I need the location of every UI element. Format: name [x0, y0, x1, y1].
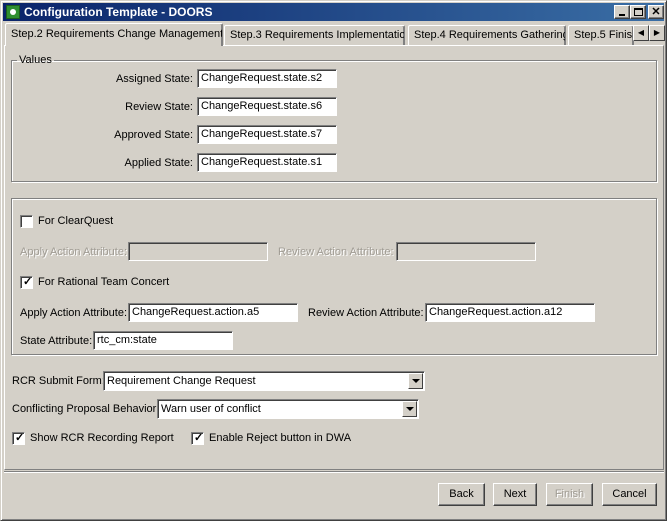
cq-review-action-input[interactable]: [396, 242, 536, 261]
close-button[interactable]: ✕: [648, 5, 664, 19]
rtc-state-attribute-input[interactable]: rtc_cm:state: [93, 331, 233, 350]
minimize-button[interactable]: [614, 5, 630, 19]
review-state-label: Review State:: [125, 101, 193, 113]
applied-state-label: Applied State:: [124, 157, 194, 169]
clearquest-checkbox-label: For ClearQuest: [38, 215, 114, 227]
tab-step5-finish[interactable]: Step.5 Finish: [568, 25, 634, 45]
applied-state-input[interactable]: ChangeRequest.state.s1: [197, 153, 337, 172]
minimize-icon: [619, 14, 625, 16]
show-report-checkbox[interactable]: ✓: [12, 432, 25, 445]
title-bar[interactable]: Configuration Template - DOORS ✕: [3, 3, 664, 21]
approved-state-label: Approved State:: [114, 129, 193, 141]
tab-step3-requirements-implementation[interactable]: Step.3 Requirements Implementation: [224, 25, 405, 45]
app-icon: [6, 5, 20, 19]
rtc-review-action-label: Review Action Attribute:: [308, 307, 424, 319]
close-icon: ✕: [651, 6, 661, 18]
cq-apply-action-input[interactable]: [128, 242, 268, 261]
maximize-button[interactable]: [630, 5, 646, 19]
rcr-submit-form-value: Requirement Change Request: [107, 375, 256, 387]
configuration-template-window: Configuration Template - DOORS ✕ Step.2 …: [0, 0, 667, 521]
back-button[interactable]: Back: [438, 483, 485, 506]
checkmark-icon: ✓: [194, 432, 204, 444]
window-title: Configuration Template - DOORS: [24, 5, 213, 19]
footer-separator: [4, 471, 664, 473]
conflicting-behavior-value: Warn user of conflict: [161, 403, 261, 415]
next-button[interactable]: Next: [493, 483, 537, 506]
rcr-submit-form-label: RCR Submit Form:: [12, 375, 105, 387]
rtc-state-attribute-label: State Attribute:: [20, 335, 93, 347]
rtc-checkbox[interactable]: ✓: [20, 276, 33, 289]
rcr-submit-form-select[interactable]: Requirement Change Request: [103, 371, 425, 391]
finish-button[interactable]: Finish: [546, 483, 593, 506]
chevron-down-icon[interactable]: [402, 401, 417, 417]
arrow-left-icon: ◀: [637, 28, 645, 37]
tab-step2-requirements-change-management[interactable]: Step.2 Requirements Change Management: [5, 23, 223, 46]
chevron-down-icon[interactable]: [408, 373, 423, 389]
rtc-apply-action-input[interactable]: ChangeRequest.action.a5: [128, 303, 298, 322]
conflicting-behavior-select[interactable]: Warn user of conflict: [157, 399, 419, 419]
values-legend: Values: [19, 54, 52, 66]
cq-apply-action-label: Apply Action Attribute:: [20, 246, 128, 258]
enable-reject-label: Enable Reject button in DWA: [209, 432, 352, 444]
rtc-apply-action-label: Apply Action Attribute:: [20, 307, 128, 319]
show-report-label: Show RCR Recording Report: [30, 432, 174, 444]
tab-scroll-right-button[interactable]: ▶: [649, 25, 665, 41]
tab-scroll-left-button[interactable]: ◀: [633, 25, 649, 41]
tab-step4-requirements-gathering[interactable]: Step.4 Requirements Gathering: [408, 25, 566, 45]
rtc-review-action-input[interactable]: ChangeRequest.action.a12: [425, 303, 595, 322]
cq-review-action-label: Review Action Attribute:: [278, 246, 394, 258]
assigned-state-label: Assigned State:: [115, 73, 193, 85]
approved-state-input[interactable]: ChangeRequest.state.s7: [197, 125, 337, 144]
clearquest-checkbox[interactable]: [20, 215, 33, 228]
assigned-state-input[interactable]: ChangeRequest.state.s2: [197, 69, 337, 88]
checkmark-icon: ✓: [15, 432, 25, 444]
arrow-right-icon: ▶: [653, 28, 661, 37]
checkmark-icon: ✓: [23, 276, 33, 288]
rtc-checkbox-label: For Rational Team Concert: [38, 276, 170, 288]
maximize-icon: [634, 8, 643, 16]
conflicting-behavior-label: Conflicting Proposal Behavior:: [12, 403, 160, 415]
enable-reject-checkbox[interactable]: ✓: [191, 432, 204, 445]
review-state-input[interactable]: ChangeRequest.state.s6: [197, 97, 337, 116]
cancel-button[interactable]: Cancel: [602, 483, 657, 506]
